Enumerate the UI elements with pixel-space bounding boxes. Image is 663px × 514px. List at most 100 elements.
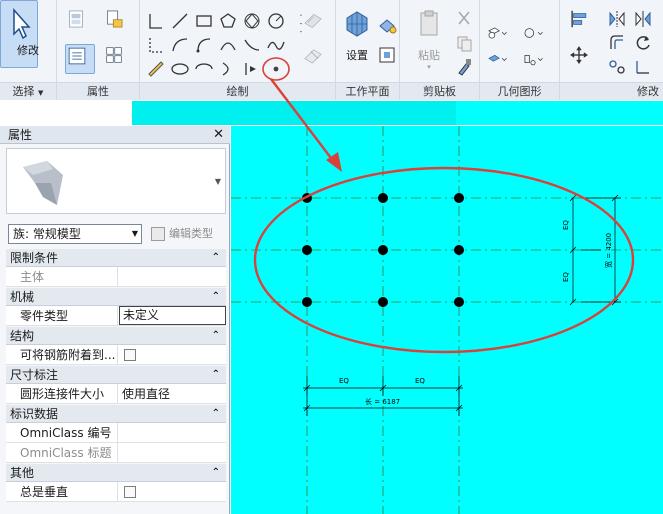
prop-value	[119, 345, 226, 365]
category-dimensions[interactable]: 尺寸标注 ⌃	[6, 366, 226, 384]
type-properties-button[interactable]	[103, 44, 133, 74]
panel-select-label[interactable]: 选择 ▼	[0, 82, 56, 100]
properties-toggle-button[interactable]	[65, 44, 95, 74]
omniclass-number-field[interactable]	[119, 423, 226, 443]
fillet-arc-button[interactable]	[241, 34, 263, 56]
copy-button[interactable]	[453, 32, 475, 54]
partial-ellipse-button[interactable]	[193, 58, 215, 80]
mirror-draw-button[interactable]	[632, 8, 654, 30]
panel-select: 修改 选择 ▼	[0, 0, 57, 100]
cope-button[interactable]	[486, 22, 516, 44]
family-category-button[interactable]	[103, 8, 133, 38]
mirror-axis-button[interactable]	[606, 8, 628, 30]
point-element	[302, 297, 312, 307]
ellipse-button[interactable]	[169, 58, 191, 80]
highlight-circle	[262, 57, 290, 81]
move-button[interactable]	[568, 44, 600, 76]
model-line-button[interactable]	[145, 10, 167, 32]
close-icon[interactable]: ✕	[213, 126, 224, 144]
set-workplane-label: 设置	[346, 49, 368, 62]
pick-edge-button[interactable]	[241, 58, 263, 80]
polygon-button[interactable]	[217, 10, 239, 32]
point-element	[454, 193, 464, 203]
rectangle-button[interactable]	[193, 10, 215, 32]
spline-icon	[267, 41, 285, 50]
collapse-icon[interactable]: ⌃	[212, 405, 220, 423]
category-structural[interactable]: 结构 ⌃	[6, 327, 226, 345]
drawing-canvas[interactable]: EQ EQ 宽 = 4200 EQ EQ 长 = 6187	[231, 126, 663, 514]
properties-palette: 属性 ✕ ▼ 族: 常规模型 ▼ 编辑类型 限制条件 ⌃ 主体 机械 ⌃ 零件类…	[0, 126, 230, 514]
set-workplane-button[interactable]: 设置	[342, 8, 372, 68]
paste-clipboard-icon	[420, 10, 438, 36]
inscribed-polygon-button[interactable]	[241, 10, 263, 32]
draw-gallery-scroll[interactable]	[290, 12, 303, 72]
rotate-button[interactable]	[632, 32, 654, 54]
connector-size-field[interactable]: 使用直径	[119, 384, 226, 404]
cut-button[interactable]	[453, 8, 475, 30]
collapse-icon[interactable]: ⌃	[212, 464, 220, 482]
part-type-field[interactable]: 未定义	[119, 306, 226, 325]
model-line-icon	[149, 14, 162, 29]
pick-line-button[interactable]	[145, 34, 167, 56]
always-vertical-checkbox[interactable]	[124, 486, 136, 498]
arc-through-points-button[interactable]	[217, 58, 239, 80]
trim-extend-button[interactable]	[632, 56, 654, 78]
prop-key: OmniClass 编号	[6, 423, 118, 443]
paste-label: 粘贴	[418, 49, 440, 62]
collapse-icon[interactable]: ⌃	[212, 366, 220, 384]
split-face-button[interactable]	[522, 48, 552, 70]
show-workplane-button[interactable]	[376, 14, 398, 36]
inscribed-polygon-icon	[244, 13, 260, 29]
match-type-button[interactable]	[453, 56, 475, 78]
reference-plane-button[interactable]	[302, 44, 332, 74]
family-types-button[interactable]	[65, 8, 95, 38]
panel-draw-label: 绘制	[140, 82, 335, 100]
edit-type-button[interactable]: 编辑类型	[149, 224, 227, 244]
pick-edge-icon	[245, 63, 256, 75]
offset-button[interactable]	[606, 32, 628, 54]
join-icon	[488, 54, 507, 62]
paste-button[interactable]: 粘贴 ▾	[412, 8, 446, 71]
view-tab-strip	[132, 101, 663, 125]
modify-button[interactable]: 修改	[0, 0, 39, 68]
collapse-icon[interactable]: ⌃	[212, 327, 220, 345]
paintbrush-icon	[458, 59, 471, 76]
align-button[interactable]	[568, 8, 600, 40]
category-identity-data[interactable]: 标识数据 ⌃	[6, 405, 226, 423]
category-constraints[interactable]: 限制条件 ⌃	[6, 249, 226, 267]
align-icon	[571, 10, 587, 28]
center-arc-button[interactable]	[193, 34, 215, 56]
category-mechanical[interactable]: 机械 ⌃	[6, 288, 226, 306]
drawing-svg: EQ EQ 宽 = 4200 EQ EQ 长 = 6187	[231, 126, 663, 514]
point-element	[378, 245, 388, 255]
workplane-viewer-button[interactable]	[376, 44, 398, 66]
tangent-arc-icon	[220, 42, 236, 51]
family-selector[interactable]: 族: 常规模型 ▼	[8, 224, 142, 244]
type-selector-preview[interactable]: ▼	[6, 148, 226, 214]
line-button[interactable]	[169, 10, 191, 32]
pick-face-button[interactable]	[145, 58, 167, 80]
partial-ellipse-icon	[195, 63, 213, 70]
circle-button[interactable]	[265, 10, 287, 32]
rebar-host-checkbox[interactable]	[124, 349, 136, 361]
reference-plane-icon	[304, 49, 322, 64]
collapse-icon[interactable]: ⌃	[212, 288, 220, 306]
offset-icon	[610, 35, 623, 49]
start-end-arc-button[interactable]	[169, 34, 191, 56]
tangent-arc-button[interactable]	[217, 34, 239, 56]
cut-geometry-button[interactable]	[522, 22, 552, 44]
join-button[interactable]	[486, 48, 516, 70]
copy-element-button[interactable]	[606, 56, 628, 78]
panel-properties-label: 属性	[57, 82, 139, 100]
rotate-icon	[636, 36, 650, 50]
line-icon	[172, 13, 188, 29]
panel-clipboard-label: 剪贴板	[400, 82, 479, 100]
spline-button[interactable]	[265, 34, 287, 56]
dim-eq-right: EQ	[415, 377, 425, 385]
collapse-icon[interactable]: ⌃	[212, 249, 220, 267]
dim-length: 长 = 6187	[365, 397, 400, 406]
set-workplane-sketch-button[interactable]	[302, 10, 332, 40]
prop-key: 可将钢筋附着到...	[6, 345, 118, 365]
category-other[interactable]: 其他 ⌃	[6, 464, 226, 482]
pick-face-icon	[148, 61, 164, 77]
